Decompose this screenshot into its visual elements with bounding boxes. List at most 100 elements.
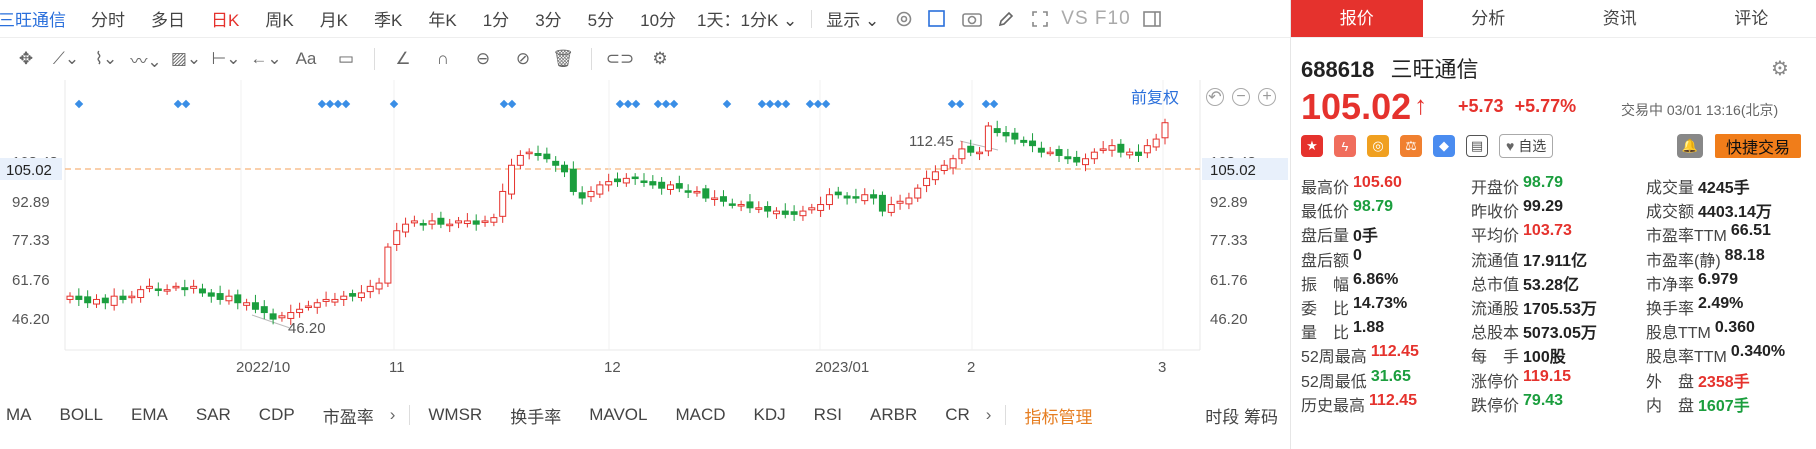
display-dropdown[interactable]: 显示 ⌄ — [818, 6, 887, 31]
fullscreen-icon[interactable] — [1027, 6, 1053, 32]
period-monthly[interactable]: 月K — [307, 6, 361, 31]
event-marker[interactable] — [389, 99, 399, 109]
period-10min[interactable]: 10分 — [627, 6, 689, 31]
tab-comments[interactable]: 评论 — [1686, 0, 1816, 37]
event-marker[interactable] — [757, 99, 767, 109]
indicator-kdj[interactable]: KDJ — [740, 405, 800, 425]
event-marker[interactable] — [325, 99, 335, 109]
event-marker[interactable] — [507, 99, 517, 109]
chevron-right-icon[interactable]: › — [388, 405, 406, 425]
period-3min[interactable]: 3分 — [522, 6, 574, 31]
arrow-tool-icon[interactable]: ←⌄ — [246, 44, 286, 74]
hide-icon[interactable]: ⊘ — [503, 44, 543, 74]
event-marker[interactable] — [341, 99, 351, 109]
indicator-mavol[interactable]: MAVOL — [575, 405, 661, 425]
flash-icon[interactable]: ϟ — [1334, 135, 1356, 157]
period-1min[interactable]: 1分 — [470, 6, 522, 31]
channel-tool-icon[interactable]: ⌇⌄ — [86, 44, 126, 74]
event-marker[interactable] — [631, 99, 641, 109]
period-weekly[interactable]: 周K — [252, 6, 306, 31]
event-marker[interactable] — [989, 99, 999, 109]
settings-icon[interactable] — [891, 6, 917, 32]
event-marker[interactable] — [499, 99, 509, 109]
tab-analysis[interactable]: 分析 — [1423, 0, 1555, 37]
indicator-wmsr[interactable]: WMSR — [414, 405, 496, 425]
event-marker[interactable] — [653, 99, 663, 109]
sidebar-toggle-icon[interactable] — [1139, 6, 1165, 32]
indicator-cdp[interactable]: CDP — [245, 405, 309, 425]
event-marker[interactable] — [773, 99, 783, 109]
bookmark-icon[interactable]: ▤ — [1466, 135, 1488, 157]
period-daily[interactable]: 日K — [198, 6, 252, 31]
event-marker[interactable] — [821, 99, 831, 109]
text-tool-icon[interactable]: Aa — [286, 44, 326, 74]
indicator-arbr[interactable]: ARBR — [856, 405, 931, 425]
kline-svg[interactable]: 108.43 92.89 77.33 61.76 46.20 108.43 92… — [0, 80, 1290, 385]
indicator-ema[interactable]: EMA — [117, 405, 182, 425]
event-marker[interactable] — [661, 99, 671, 109]
fib-tool-icon[interactable]: ▨⌄ — [166, 44, 206, 74]
comment-tool-icon[interactable]: ▭ — [326, 44, 366, 74]
indicator-manager-button[interactable]: 指标管理 — [1010, 403, 1106, 428]
line-tool-icon[interactable]: ⟋⌄ — [46, 44, 86, 74]
stock-name-link[interactable]: 三旺通信 — [0, 6, 78, 31]
kline-chart[interactable]: 108.43 92.89 77.33 61.76 46.20 108.43 92… — [0, 80, 1290, 385]
gear-icon[interactable]: ⚙ — [1771, 56, 1789, 81]
event-marker[interactable] — [74, 99, 84, 109]
gear-icon[interactable]: ⚙ — [640, 44, 680, 74]
ruler-icon[interactable]: ∠ — [383, 44, 423, 74]
chevron-right-icon[interactable]: › — [984, 405, 1002, 425]
event-marker[interactable] — [981, 99, 991, 109]
layout-square-icon[interactable] — [925, 6, 951, 32]
event-marker[interactable] — [781, 99, 791, 109]
eye-lock-icon[interactable]: ⊖ — [463, 44, 503, 74]
indicator-macd[interactable]: MACD — [661, 405, 739, 425]
vs-f10-button[interactable]: VS F10 — [1057, 8, 1134, 30]
tab-news[interactable]: 资讯 — [1554, 0, 1686, 37]
link-icon[interactable]: ⊂⊃ — [600, 44, 640, 74]
pencil-icon[interactable] — [993, 6, 1019, 32]
period-5min[interactable]: 5分 — [575, 6, 627, 31]
wave-tool-icon[interactable]: 〰⌄ — [126, 44, 166, 74]
display-label: 显示 — [826, 11, 861, 30]
china-flag-icon[interactable]: ★ — [1301, 135, 1323, 157]
indicator-boll[interactable]: BOLL — [46, 405, 117, 425]
magnet-icon[interactable]: ∩ — [423, 44, 463, 74]
event-marker[interactable] — [722, 99, 732, 109]
measure-tool-icon[interactable]: ⊢⌄ — [206, 44, 246, 74]
balance-icon[interactable]: ⚖ — [1400, 135, 1422, 157]
event-marker[interactable] — [623, 99, 633, 109]
indicator-rsi[interactable]: RSI — [800, 405, 856, 425]
period-multiday[interactable]: 多日 — [138, 6, 198, 31]
event-marker[interactable] — [955, 99, 965, 109]
coins-icon[interactable]: ◎ — [1367, 135, 1389, 157]
indicator-sar[interactable]: SAR — [182, 405, 245, 425]
event-marker[interactable] — [317, 99, 327, 109]
period-fenshi[interactable]: 分时 — [78, 6, 138, 31]
event-marker[interactable] — [669, 99, 679, 109]
tab-quote[interactable]: 报价 — [1291, 0, 1423, 37]
event-marker[interactable] — [765, 99, 775, 109]
period-chips-link[interactable]: 时段 筹码 — [1205, 403, 1290, 428]
indicator-turnover[interactable]: 换手率 — [496, 403, 575, 428]
period-quarterly[interactable]: 季K — [361, 6, 415, 31]
event-marker[interactable] — [813, 99, 823, 109]
interval-select[interactable]: 1天：1分K ⌄ — [689, 6, 805, 31]
event-marker[interactable] — [181, 99, 191, 109]
indicator-ma[interactable]: MA — [0, 405, 46, 425]
indicator-cr[interactable]: CR — [931, 405, 984, 425]
event-marker[interactable] — [333, 99, 343, 109]
tag-icon[interactable]: ◆ — [1433, 135, 1455, 157]
event-marker[interactable] — [173, 99, 183, 109]
period-yearly[interactable]: 年K — [415, 6, 469, 31]
quick-trade-button[interactable]: 快捷交易 — [1715, 134, 1801, 158]
bell-icon[interactable]: 🔔 — [1677, 134, 1703, 158]
camera-icon[interactable] — [959, 6, 985, 32]
event-marker[interactable] — [615, 99, 625, 109]
event-marker[interactable] — [947, 99, 957, 109]
trash-icon[interactable]: 🗑 — [543, 44, 583, 74]
move-icon[interactable]: ✥ — [6, 44, 46, 74]
add-watchlist-button[interactable]: ♥ 自选 — [1499, 134, 1554, 158]
event-marker[interactable] — [805, 99, 815, 109]
indicator-pe[interactable]: 市盈率 — [309, 403, 388, 428]
